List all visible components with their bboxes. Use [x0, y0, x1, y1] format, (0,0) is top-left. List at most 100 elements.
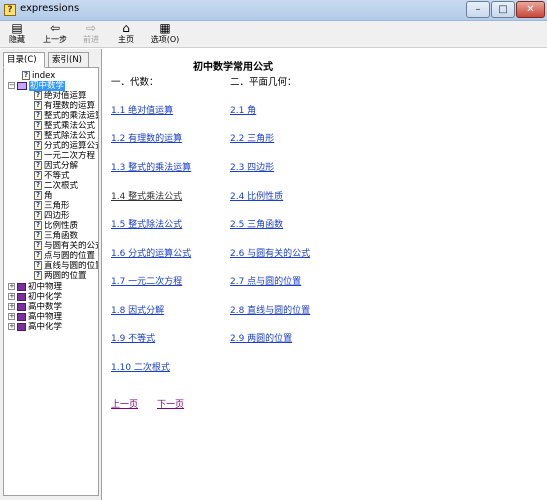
window-title: expressions [20, 3, 80, 14]
forward-button[interactable]: ⇨ 前进 [79, 22, 103, 47]
book-icon [17, 322, 26, 331]
prev-page-link[interactable]: 上一页 [111, 397, 138, 410]
tree-item-child[interactable]: ? 因式分解 [34, 161, 78, 171]
tree-item-label: 三角函数 [44, 231, 79, 241]
tree-item-label: 高中化学 [28, 322, 63, 332]
geometry-link[interactable]: 2.8 直线与圆的位置 [230, 303, 310, 316]
contents-tree[interactable]: ? index − 初中数学 ? 绝对值运算 ? 有理数的运算 ? 整式的乘法运算 ? 整式… [3, 67, 99, 496]
hide-button[interactable]: ▤ 隐藏 [4, 22, 30, 47]
expand-icon[interactable]: + [8, 303, 15, 310]
tree-item-child[interactable]: ? 整式的乘法运算 [34, 111, 98, 121]
tree-item-book[interactable]: + 初中化学 [8, 292, 62, 302]
help-page-icon: ? [34, 271, 42, 280]
help-page-icon: ? [34, 181, 42, 190]
tree-item-label: 有理数的运算 [44, 101, 96, 111]
tree-item-child[interactable]: ? 二次根式 [34, 181, 78, 191]
close-button[interactable]: ✕ [516, 1, 545, 18]
tree-item-child[interactable]: ? 整式乘法公式 [34, 121, 95, 131]
expand-icon[interactable]: + [8, 293, 15, 300]
maximize-button[interactable]: □ [491, 1, 515, 18]
tree-item-child[interactable]: ? 两圆的位置 [34, 271, 87, 281]
geometry-heading: 二．平面几何： [230, 77, 297, 88]
options-icon: ▦ [159, 21, 171, 35]
geometry-link[interactable]: 2.2 三角形 [230, 131, 274, 144]
next-page-link[interactable]: 下一页 [157, 397, 184, 410]
tree-item-child[interactable]: ? 三角形 [34, 201, 70, 211]
tree-item-child[interactable]: ? 四边形 [34, 211, 70, 221]
tree-item-label: 分式的运算公式 [44, 141, 99, 151]
tree-item-book[interactable]: + 高中化学 [8, 322, 62, 332]
help-page-icon: ? [34, 141, 42, 150]
algebra-heading: 一．代数： [111, 77, 159, 88]
help-page-icon: ? [34, 201, 42, 210]
expand-icon[interactable]: + [8, 313, 15, 320]
tree-item-label: 初中物理 [28, 282, 63, 292]
help-page-icon: ? [34, 111, 42, 120]
book-icon [17, 302, 26, 311]
algebra-link[interactable]: 1.4 整式乘法公式 [111, 189, 182, 202]
options-label: 选项(O) [150, 35, 180, 44]
tree-item-child[interactable]: ? 比例性质 [34, 221, 78, 231]
expand-icon[interactable]: + [8, 323, 15, 330]
expand-icon[interactable]: + [8, 283, 15, 290]
algebra-link[interactable]: 1.6 分式的运算公式 [111, 246, 191, 259]
hide-label: 隐藏 [9, 35, 25, 44]
tree-item-child[interactable]: ? 不等式 [34, 171, 70, 181]
geometry-link[interactable]: 2.7 点与圆的位置 [230, 274, 301, 287]
collapse-icon[interactable]: − [8, 82, 15, 89]
tree-item-book[interactable]: + 高中数学 [8, 302, 62, 312]
tab-contents[interactable]: 目录(C) [3, 52, 45, 68]
tree-item-child[interactable]: ? 角 [34, 191, 53, 201]
tree-item-child[interactable]: ? 绝对值运算 [34, 91, 87, 101]
algebra-link[interactable]: 1.9 不等式 [111, 331, 155, 344]
tree-item-child[interactable]: ? 一元二次方程 [34, 151, 95, 161]
tree-item-child[interactable]: ? 有理数的运算 [34, 101, 95, 111]
help-page-icon: ? [34, 161, 42, 170]
geometry-link[interactable]: 2.6 与圆有关的公式 [230, 246, 310, 259]
tab-index[interactable]: 索引(N) [48, 52, 89, 68]
tree-item-book[interactable]: + 高中物理 [8, 312, 62, 322]
home-button[interactable]: ⌂ 主页 [114, 22, 138, 47]
nav-tabs: 目录(C) 索引(N) [3, 52, 97, 68]
options-button[interactable]: ▦ 选项(O) [148, 22, 182, 47]
help-page-icon: ? [22, 71, 30, 80]
tree-item-label: 一元二次方程 [44, 151, 96, 161]
book-icon [17, 292, 26, 301]
geometry-link[interactable]: 2.1 角 [230, 103, 256, 116]
tree-item-label: 二次根式 [44, 181, 79, 191]
tree-item-child[interactable]: ? 整式除法公式 [34, 131, 95, 141]
tree-item-label: 三角形 [44, 201, 70, 211]
algebra-link[interactable]: 1.7 一元二次方程 [111, 274, 182, 287]
algebra-link[interactable]: 1.2 有理数的运算 [111, 131, 182, 144]
tree-item-label: 绝对值运算 [44, 91, 87, 101]
tree-item-index[interactable]: ? index [22, 71, 55, 81]
geometry-link[interactable]: 2.9 两圆的位置 [230, 331, 292, 344]
algebra-link[interactable]: 1.10 二次根式 [111, 360, 170, 373]
open-book-icon [17, 81, 27, 90]
tree-item-book[interactable]: + 初中物理 [8, 282, 62, 292]
tree-item-junior-math[interactable]: − 初中数学 [8, 81, 66, 91]
tree-item-child[interactable]: ? 分式的运算公式 [34, 141, 99, 151]
back-button[interactable]: ⇦ 上一步 [40, 22, 70, 47]
tree-item-child[interactable]: ? 与圆有关的公式 [34, 241, 98, 251]
help-file-icon: ? [4, 4, 16, 16]
tree-item-label: 高中物理 [28, 312, 63, 322]
back-label: 上一步 [43, 35, 67, 44]
algebra-link[interactable]: 1.1 绝对值运算 [111, 103, 173, 116]
minimize-button[interactable]: – [466, 1, 490, 18]
algebra-link[interactable]: 1.5 整式除法公式 [111, 217, 182, 230]
tree-item-label: 四边形 [44, 211, 70, 221]
home-label: 主页 [118, 35, 134, 44]
tree-item-label: 因式分解 [44, 161, 79, 171]
tree-item-child[interactable]: ? 三角函数 [34, 231, 78, 241]
algebra-link[interactable]: 1.8 因式分解 [111, 303, 164, 316]
tree-item-child[interactable]: ? 点与圆的位置 [34, 251, 95, 261]
help-page-icon: ? [34, 261, 42, 270]
geometry-link[interactable]: 2.4 比例性质 [230, 189, 283, 202]
help-page-icon: ? [34, 221, 42, 230]
geometry-link[interactable]: 2.3 四边形 [230, 160, 274, 173]
geometry-link[interactable]: 2.5 三角函数 [230, 217, 283, 230]
tree-item-label: 角 [44, 191, 53, 201]
tree-item-child[interactable]: ? 直线与圆的位置 [34, 261, 98, 271]
algebra-link[interactable]: 1.3 整式的乘法运算 [111, 160, 191, 173]
